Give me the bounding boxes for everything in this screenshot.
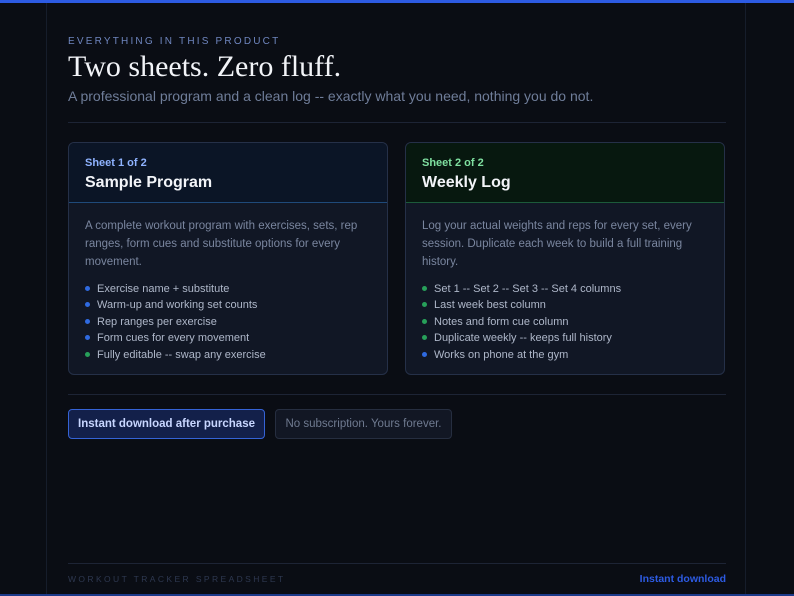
list-item: Notes and form cue column	[422, 314, 708, 330]
card-title: Weekly Log	[422, 174, 511, 191]
bullet-dot-icon	[422, 335, 427, 341]
feature-text: Form cues for every movement	[97, 332, 250, 345]
bullet-dot-icon	[422, 286, 427, 291]
page-title: Two sheets. Zero fluff.	[68, 50, 342, 83]
feature-text: Fully editable -- swap any exercise	[97, 348, 266, 361]
feature-list: Exercise name + substitute Warm-up and w…	[85, 281, 371, 363]
bullet-dot-icon	[85, 286, 90, 291]
card-description: Log your actual weights and reps for eve…	[422, 220, 692, 268]
card-tag: Sheet 1 of 2	[85, 157, 147, 169]
bullet-dot-icon	[422, 318, 427, 324]
bullet-dot-icon	[422, 302, 427, 308]
feature-text: Rep ranges per exercise	[97, 315, 217, 328]
bullet-dot-icon	[85, 335, 90, 341]
card-body: A complete workout program with exercise…	[69, 203, 387, 363]
card-description: A complete workout program with exercise…	[85, 220, 358, 268]
card-tag: Sheet 2 of 2	[422, 157, 484, 169]
no-subscription-note: No subscription. Yours forever.	[275, 409, 452, 439]
feature-text: Set 1 -- Set 2 -- Set 3 -- Set 4 columns	[434, 283, 622, 295]
list-item: Rep ranges per exercise	[85, 314, 371, 330]
header-divider	[68, 122, 726, 123]
page-subtitle: A professional program and a clean log -…	[68, 88, 594, 104]
feature-text: Exercise name + substitute	[97, 283, 230, 295]
feature-text: Duplicate weekly -- keeps full history	[434, 332, 612, 345]
feature-text: Works on phone at the gym	[434, 348, 569, 361]
card-header: Sheet 1 of 2 Sample Program	[69, 143, 387, 203]
feature-text: Last week best column	[434, 299, 546, 312]
card-body: Log your actual weights and reps for eve…	[406, 203, 724, 363]
list-item: Exercise name + substitute	[85, 281, 371, 297]
bullet-dot-icon	[85, 351, 90, 357]
bullet-dot-icon	[85, 318, 90, 324]
list-item: Form cues for every movement	[85, 330, 371, 346]
card-weekly-log: Sheet 2 of 2 Weekly Log Log your actual …	[405, 142, 725, 375]
list-item: Fully editable -- swap any exercise	[85, 347, 371, 363]
section-eyebrow: EVERYTHING IN THIS PRODUCT	[68, 36, 281, 47]
list-item: Warm-up and working set counts	[85, 297, 371, 313]
list-item: Set 1 -- Set 2 -- Set 3 -- Set 4 columns	[422, 281, 708, 297]
actions-divider	[68, 394, 726, 395]
card-title: Sample Program	[85, 174, 213, 191]
footer-download-link[interactable]: Instant download	[640, 573, 726, 585]
list-item: Last week best column	[422, 297, 708, 313]
bullet-dot-icon	[422, 351, 427, 357]
footer-product-name: WORKOUT TRACKER SPREADSHEET	[68, 574, 286, 584]
feature-text: Notes and form cue column	[434, 315, 569, 328]
card-header: Sheet 2 of 2 Weekly Log	[406, 143, 724, 203]
card-sample-program: Sheet 1 of 2 Sample Program A complete w…	[68, 142, 388, 375]
instant-download-button[interactable]: Instant download after purchase	[68, 409, 265, 439]
feature-text: Warm-up and working set counts	[97, 299, 258, 312]
list-item: Works on phone at the gym	[422, 347, 708, 363]
bullet-dot-icon	[85, 302, 90, 308]
feature-list: Set 1 -- Set 2 -- Set 3 -- Set 4 columns…	[422, 281, 708, 363]
list-item: Duplicate weekly -- keeps full history	[422, 330, 708, 346]
footer-divider	[68, 563, 726, 564]
